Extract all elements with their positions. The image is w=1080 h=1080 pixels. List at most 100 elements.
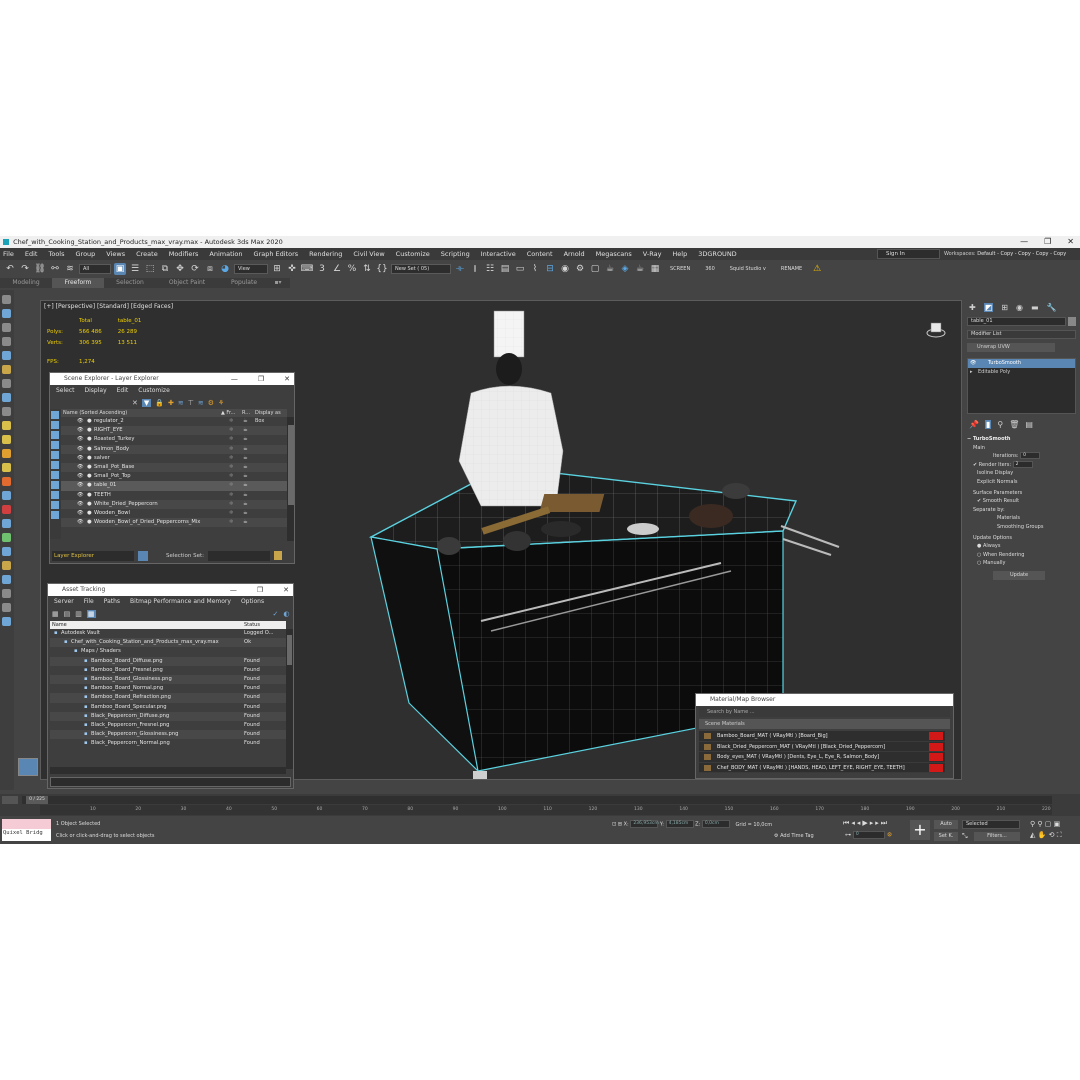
reference-coord-dropdown[interactable]: View (234, 264, 268, 274)
se-hierarchy-icon[interactable]: ⊤ (188, 399, 194, 407)
at-row[interactable]: ▪ Bamboo_Board_Normal.png Found (50, 684, 286, 693)
at-col-name[interactable]: Name (52, 621, 67, 629)
scale-icon[interactable]: ⧈ (204, 263, 216, 275)
material-browser-titlebar[interactable]: Material/Map Browser (696, 694, 953, 706)
se-row[interactable]: 👁 ● salver ❄ ☕ (61, 454, 287, 463)
tool-icon-16[interactable] (2, 505, 11, 514)
material-row[interactable]: Bamboo_Board_MAT ( VRayMtl ) [Board_Big] (699, 731, 945, 742)
display-tab-icon[interactable]: ▬ (1031, 303, 1039, 312)
menu-customize[interactable]: Customize (396, 250, 430, 258)
at-menu-paths[interactable]: Paths (104, 596, 120, 607)
at-list-icon[interactable]: ▦ (86, 609, 96, 618)
close-button[interactable]: ✕ (1067, 236, 1074, 248)
iterations-spinner[interactable]: 0 (1020, 452, 1041, 460)
sign-in-dropdown[interactable]: Sign In (877, 249, 940, 259)
se-row[interactable]: 👁 ● Small_Pot_Base ❄ ☕ (61, 462, 287, 473)
render-teapot-icon[interactable]: ☕ (243, 491, 248, 500)
set-key-button[interactable]: Set K. (934, 832, 958, 841)
render-teapot-icon[interactable]: ☕ (243, 435, 248, 444)
always-radio[interactable]: ● Always (967, 542, 1076, 551)
at-grid-icon[interactable]: ▥ (75, 610, 82, 618)
time-slider[interactable]: 0 / 225 (22, 796, 1052, 804)
tool-icon-8[interactable] (2, 393, 11, 402)
maximize-button[interactable]: ❐ (1044, 236, 1051, 248)
zoom-extents-all-icon[interactable]: ▣ (1054, 820, 1061, 828)
undo-icon[interactable]: ↶ (4, 263, 16, 275)
x-coordinate-field[interactable]: 236,953cm (630, 820, 659, 828)
se-side-icon-6[interactable] (51, 461, 59, 469)
menu-views[interactable]: Views (106, 250, 125, 258)
menu-animation[interactable]: Animation (209, 250, 242, 258)
screen-label[interactable]: SCREEN (670, 266, 690, 272)
snap-icon[interactable]: 3 (316, 263, 328, 275)
add-time-tag[interactable]: ⚙ Add Time Tag (774, 833, 814, 839)
scene-materials-header[interactable]: Scene Materials (699, 719, 950, 729)
se-row[interactable]: 👁 ● RIGHT_EYE ❄ ☕ (61, 426, 287, 436)
menu-rendering[interactable]: Rendering (309, 250, 342, 258)
at-refresh-icon[interactable]: ◐ (283, 610, 289, 618)
menu-3dground[interactable]: 3DGROUND (698, 250, 736, 258)
viewport-label[interactable]: [+] [Perspective] [Standard] [Edged Face… (44, 303, 173, 310)
se-options-icon[interactable]: ⚘ (218, 399, 224, 407)
tool-icon-12[interactable] (2, 449, 11, 458)
se-side-icon-1[interactable] (51, 411, 59, 419)
at-row[interactable]: ▪ Maps / Shaders (50, 647, 286, 656)
tool-icon-19[interactable] (2, 547, 11, 556)
hierarchy-tab-icon[interactable]: ⊞ (1001, 303, 1008, 312)
tool-icon-22[interactable] (2, 589, 11, 598)
tool-icon-21[interactable] (2, 575, 11, 584)
stack-item-editable-poly[interactable]: ▸ Editable Poly (968, 368, 1075, 377)
eye-icon[interactable]: 👁 (77, 500, 84, 509)
se-side-icon-11[interactable] (51, 511, 59, 519)
redo-icon[interactable]: ↷ (19, 263, 31, 275)
set-key-plus-button[interactable]: + (910, 820, 930, 840)
named-selection-icon[interactable]: {} (376, 263, 388, 275)
menu-help[interactable]: Help (672, 250, 687, 258)
auto-key-button[interactable]: Auto (934, 820, 958, 829)
create-tab-icon[interactable]: ✚ (969, 303, 976, 312)
eye-icon[interactable]: 👁 (77, 481, 84, 490)
tool-icon-20[interactable] (2, 561, 11, 570)
tool-icon-9[interactable] (2, 407, 11, 416)
freeze-icon[interactable]: ❄ (229, 435, 233, 444)
at-scrollbar[interactable] (286, 629, 293, 769)
ribbon-options-icon[interactable]: ▪▾ (270, 278, 286, 288)
timeline-left-toggle[interactable] (2, 796, 18, 804)
se-menu-edit[interactable]: Edit (117, 385, 129, 396)
motion-tab-icon[interactable]: ◉ (1016, 303, 1023, 312)
render-frame-icon[interactable]: ▢ (589, 263, 601, 275)
at-row[interactable]: ▪ Bamboo_Board_Refraction.png Found (50, 693, 286, 703)
y-coordinate-field[interactable]: 4,185cm (665, 820, 694, 828)
se-side-icon-3[interactable] (51, 431, 59, 439)
stack-expand-icon[interactable]: ▸ (970, 368, 973, 377)
manually-radio[interactable]: ○ Manually (967, 559, 1076, 568)
unlink-icon[interactable]: ⚯ (49, 263, 61, 275)
render-iters-spinner[interactable]: 2 (1012, 460, 1033, 468)
object-color-swatch[interactable] (1068, 317, 1076, 326)
render-teapot-icon[interactable]: ☕ (243, 481, 248, 490)
se-row[interactable]: 👁 ● regulator_2 ❄ ☕ (61, 417, 287, 426)
freeze-icon[interactable]: ❄ (229, 417, 233, 426)
select-manipulate-icon[interactable]: ✜ (286, 263, 298, 275)
layer-explorer-icon[interactable]: ▤ (499, 263, 511, 275)
tool-icon-23[interactable] (2, 603, 11, 612)
at-row[interactable]: ▪ Chef_with_Cooking_Station_and_Products_… (50, 638, 286, 648)
align-icon[interactable]: ⫾ (469, 263, 481, 275)
render-icon[interactable]: ☕ (604, 263, 616, 275)
rotate-icon[interactable]: ⟳ (189, 263, 201, 275)
asset-tracking-close-button[interactable]: ✕ (283, 584, 289, 596)
make-unique-icon[interactable]: ⚲ (997, 420, 1003, 429)
menu-megascans[interactable]: Megascans (596, 250, 632, 258)
at-row[interactable]: ▪ Bamboo_Board_Glossiness.png Found (50, 674, 286, 685)
tab-freeform[interactable]: Freeform (52, 278, 104, 288)
tool-icon-24[interactable] (2, 617, 11, 626)
angle-snap-icon[interactable]: ∠ (331, 263, 343, 275)
se-col-render[interactable]: R... (242, 409, 250, 417)
menu-arnold[interactable]: Arnold (564, 250, 585, 258)
materials-checkbox[interactable]: Materials (967, 514, 1076, 523)
se-lock-icon[interactable]: 🔒 (155, 399, 164, 407)
render-teapot-icon[interactable]: ☕ (243, 445, 248, 454)
se-scroll-thumb[interactable] (288, 425, 294, 505)
zoom-extents-icon[interactable]: ▢ (1045, 820, 1052, 828)
eye-icon[interactable]: 👁 (77, 435, 84, 444)
